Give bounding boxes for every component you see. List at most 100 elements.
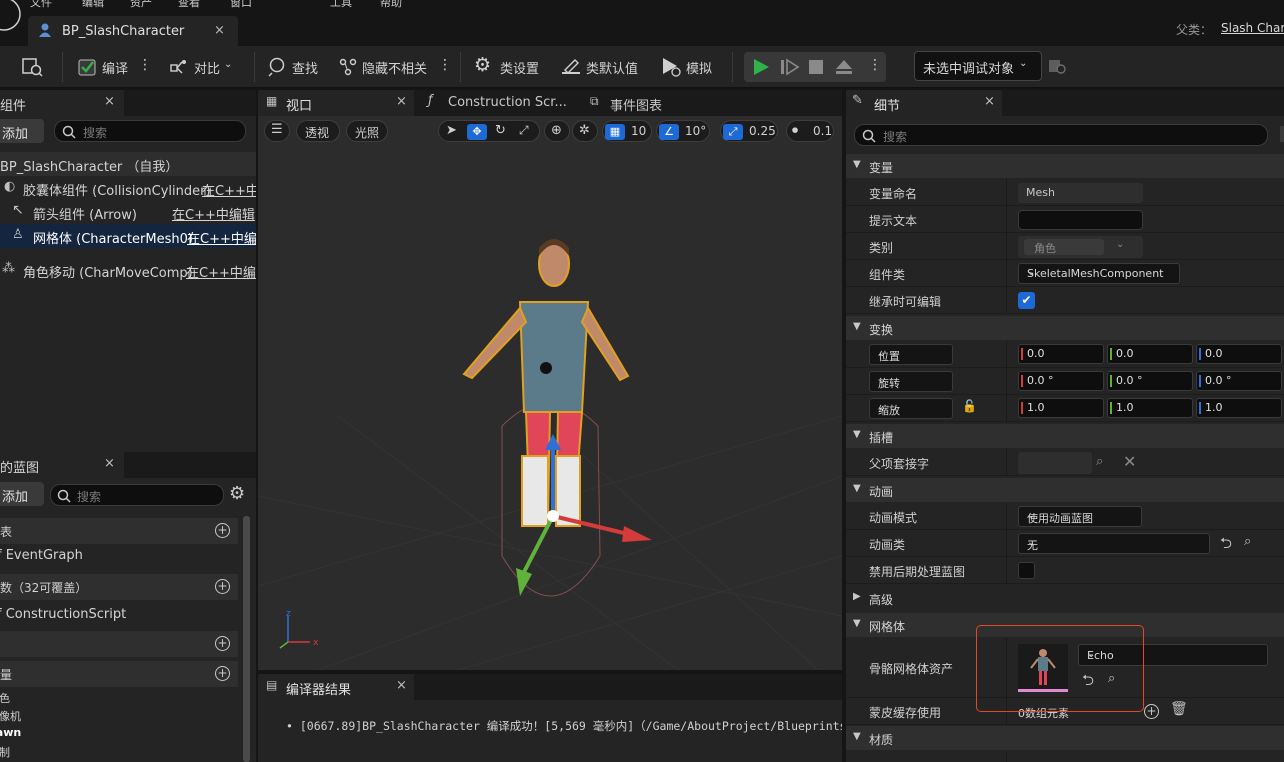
- details-options-icon[interactable]: [1280, 126, 1284, 142]
- animation-class-dropdown[interactable]: 无 ⌄: [1018, 533, 1210, 554]
- menu-help[interactable]: 帮助: [380, 0, 402, 10]
- scale-snap-button[interactable]: ⤢ 0.25: [720, 120, 778, 142]
- mesh-asset-thumbnail[interactable]: [1018, 644, 1068, 692]
- compile-button[interactable]: 编译 ⋮: [76, 56, 156, 78]
- select-tool-icon[interactable]: ➤: [446, 123, 457, 138]
- translate-tool-icon[interactable]: ✥: [467, 124, 487, 140]
- rotate-tool-icon[interactable]: ↻: [495, 123, 506, 138]
- rotation-y-field[interactable]: 0.0 °: [1107, 371, 1193, 391]
- viewport-menu-button[interactable]: ☰: [264, 120, 290, 142]
- location-x-field[interactable]: 0.0: [1018, 344, 1104, 364]
- category-animation[interactable]: ▼ 动画: [846, 478, 1284, 502]
- edit-in-cpp-link[interactable]: 在C++中编辑: [186, 262, 256, 281]
- graphs-section[interactable]: 图表 +: [0, 518, 238, 544]
- scale-z-field[interactable]: 1.0: [1196, 398, 1282, 418]
- variable-category-control[interactable]: 控制: [0, 744, 10, 760]
- category-advanced[interactable]: ▶ 高级: [846, 586, 1284, 610]
- scale-y-field[interactable]: 1.0: [1107, 398, 1193, 418]
- components-search-input[interactable]: 搜索: [54, 120, 246, 142]
- variable-category-character[interactable]: 角色: [0, 690, 10, 706]
- skeletal-mesh-dropdown[interactable]: Echo ⌄: [1078, 644, 1268, 666]
- add-member-button[interactable]: 添加: [0, 482, 44, 506]
- simulate-button[interactable]: 模拟: [660, 56, 720, 78]
- location-z-field[interactable]: 0.0: [1196, 344, 1282, 364]
- add-graph-icon[interactable]: +: [215, 523, 230, 538]
- functions-section[interactable]: 函数（32可覆盖） +: [0, 574, 238, 600]
- tab-event-graph[interactable]: ⧉ 事件图表: [588, 90, 708, 116]
- debug-object-select[interactable]: 未选中调试对象 ⌄: [914, 51, 1042, 81]
- add-element-icon[interactable]: +: [1144, 704, 1159, 719]
- browse-asset-icon[interactable]: ⌕: [1108, 671, 1115, 686]
- location-y-field[interactable]: 0.0: [1107, 344, 1193, 364]
- rotation-z-field[interactable]: 0.0 °: [1196, 371, 1282, 391]
- browse-socket-icon[interactable]: ⌕: [1096, 454, 1103, 469]
- tab-compiler-results[interactable]: ▤ 编译器结果 ×: [258, 674, 414, 700]
- tab-viewport[interactable]: ▦ 视口 ×: [258, 90, 414, 116]
- location-mode-dropdown[interactable]: 位置 ⌄: [869, 344, 953, 365]
- diff-button[interactable]: 对比 ⌄: [170, 56, 240, 78]
- component-class-dropdown[interactable]: SkeletalMeshComponent ⌄: [1018, 263, 1180, 284]
- component-row-movement[interactable]: ⁂ 角色移动 (CharMoveComp) 在C++中编辑: [0, 258, 256, 282]
- scale-x-field[interactable]: 1.0: [1018, 398, 1104, 418]
- macros-section[interactable]: 宏 +: [0, 631, 238, 657]
- trash-icon[interactable]: 🗑: [1170, 701, 1188, 717]
- close-icon[interactable]: ×: [214, 23, 225, 38]
- rotation-x-field[interactable]: 0.0 °: [1018, 371, 1104, 391]
- edit-in-cpp-link[interactable]: 在C++中编辑: [202, 180, 256, 199]
- tooltip-field[interactable]: [1018, 210, 1143, 230]
- construction-script-item[interactable]: ƒ ConstructionScript: [0, 607, 126, 622]
- close-icon[interactable]: ×: [104, 94, 115, 109]
- menu-tools[interactable]: 工具: [330, 0, 352, 10]
- category-transform[interactable]: ▼ 变换: [846, 316, 1284, 340]
- tab-details[interactable]: ✎ 细节 ×: [846, 90, 1002, 116]
- use-selected-icon[interactable]: ⮌: [1220, 533, 1232, 558]
- class-defaults-button[interactable]: 类默认值: [560, 56, 646, 78]
- class-settings-button[interactable]: ⚙ 类设置: [474, 54, 546, 78]
- surface-snap-button[interactable]: ✲: [572, 120, 598, 142]
- close-icon[interactable]: ×: [104, 456, 115, 471]
- edit-in-cpp-link[interactable]: 在C++中编辑: [187, 228, 256, 247]
- camera-speed-button[interactable]: ⏺ 0.1: [786, 120, 834, 142]
- variable-name-field[interactable]: Mesh: [1018, 183, 1143, 203]
- edit-in-cpp-link[interactable]: 在C++中编辑: [172, 204, 255, 223]
- component-row-capsule[interactable]: ◐ 胶囊体组件 (CollisionCylinder) 在C++中编辑: [0, 176, 256, 200]
- variable-category-pawn[interactable]: Pawn: [0, 726, 21, 739]
- lock-icon[interactable]: 🔓: [962, 399, 977, 413]
- browse-debug-icon[interactable]: [1048, 56, 1068, 76]
- category-variable[interactable]: ▼ 变量: [846, 154, 1284, 178]
- add-component-button[interactable]: 添加: [0, 119, 44, 143]
- parent-class-link[interactable]: Slash Character: [1221, 21, 1284, 35]
- disable-post-process-checkbox[interactable]: [1018, 562, 1035, 579]
- grid-snap-button[interactable]: ▦ 10: [602, 120, 652, 142]
- close-icon[interactable]: ×: [396, 94, 407, 109]
- perspective-button[interactable]: 透视: [296, 120, 340, 142]
- category-sockets[interactable]: ▼ 插槽: [846, 424, 1284, 448]
- variables-section[interactable]: 变量 +: [0, 661, 238, 687]
- lighting-button[interactable]: 光照: [346, 120, 388, 142]
- step-icon[interactable]: [780, 58, 800, 76]
- rotation-mode-dropdown[interactable]: 旋转 ⌄: [869, 371, 953, 392]
- browse-asset-icon[interactable]: ⌕: [1244, 534, 1251, 549]
- event-graph-item[interactable]: ƒ EventGraph: [0, 548, 83, 563]
- rotation-snap-button[interactable]: ∠ 10°: [656, 120, 710, 142]
- add-variable-icon[interactable]: +: [215, 666, 230, 681]
- component-row-arrow[interactable]: ↖ 箭头组件 (Arrow) 在C++中编辑: [0, 200, 256, 224]
- settings-gear-icon[interactable]: ⚙: [229, 483, 245, 504]
- animation-mode-dropdown[interactable]: 使用动画蓝图 ⌄: [1018, 506, 1142, 527]
- component-row-mesh[interactable]: ♙ 网格体 (CharacterMesh0) 在C++中编辑: [0, 224, 256, 248]
- editable-checkbox[interactable]: ✔: [1018, 292, 1035, 309]
- add-macro-icon[interactable]: +: [215, 636, 230, 651]
- hide-unrelated-button[interactable]: 隐藏不相关 ⋮: [338, 56, 452, 78]
- stop-icon[interactable]: [808, 59, 824, 75]
- more-options-icon[interactable]: ⋮: [138, 57, 152, 73]
- more-options-icon[interactable]: ⋮: [868, 57, 882, 73]
- scale-tool-icon[interactable]: ⤢: [519, 123, 529, 138]
- category-mesh[interactable]: ▼ 网格体: [846, 613, 1284, 637]
- scrollbar[interactable]: [243, 516, 250, 762]
- viewport[interactable]: z x ☰ 透视 光照 ➤ ✥ ↻ ⤢ ⊕ ✲ ▦ 10 ∠ 10° ⤢ 0.2…: [258, 116, 842, 670]
- menu-window[interactable]: 窗口: [230, 0, 252, 10]
- find-button[interactable]: 查找: [268, 56, 324, 78]
- component-root-row[interactable]: BP_SlashCharacter （自我）: [0, 152, 256, 176]
- unreal-logo-icon[interactable]: [0, 0, 26, 36]
- category-materials[interactable]: ▼ 材质: [846, 726, 1284, 750]
